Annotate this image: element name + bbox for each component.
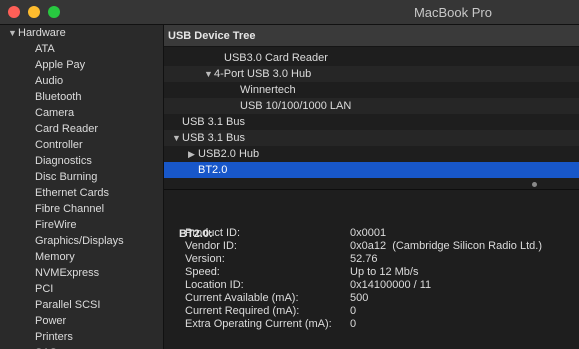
disclosure-down-icon[interactable]: ▼ <box>204 66 214 82</box>
sidebar-item-power[interactable]: Power <box>35 313 124 329</box>
tree-row-label: USB2.0 Hub <box>198 148 260 160</box>
property-value: 0x0a12 (Cambridge Silicon Radio Ltd.) <box>350 240 542 252</box>
property-value: 52.76 <box>350 253 378 265</box>
property-value: 0x14100000 / 11 <box>350 279 432 291</box>
detail-property: Extra Operating Current (mA): 0 <box>185 318 356 331</box>
detail-property: Version: 52.76 <box>185 253 378 266</box>
detail-property: Current Available (mA): 500 <box>185 292 368 305</box>
property-key: Version: <box>185 253 225 265</box>
tree-row-label: Winnertech <box>240 84 296 96</box>
sidebar-section-hardware[interactable]: ▼Hardware <box>8 25 66 41</box>
sidebar-item-fibre-channel[interactable]: Fibre Channel <box>35 201 124 217</box>
sidebar-item-audio[interactable]: Audio <box>35 73 124 89</box>
sidebar-list: ATA Apple Pay Audio Bluetooth Camera Card Rea… <box>35 41 124 349</box>
disclosure-down-icon[interactable]: ▼ <box>172 130 182 146</box>
sidebar-item-firewire[interactable]: FireWire <box>35 217 124 233</box>
property-key: Current Available (mA): <box>185 292 299 304</box>
tree-row-label: BT2.0 <box>198 164 228 176</box>
detail-property: Current Required (mA): 0 <box>185 305 356 318</box>
sidebar-item-parallel-scsi[interactable]: Parallel SCSI <box>35 297 124 313</box>
detail-property: Location ID: 0x14100000 / 11 <box>185 279 431 292</box>
property-key: Speed: <box>185 266 220 278</box>
disclosure-right-icon[interactable]: ▶ <box>188 146 198 162</box>
sidebar-item-card-reader[interactable]: Card Reader <box>35 121 124 137</box>
sidebar-item-bluetooth[interactable]: Bluetooth <box>35 89 124 105</box>
property-value: 0x0001 <box>350 227 387 239</box>
tree-row[interactable]: Winnertech <box>164 82 579 98</box>
tree-row-label: USB3.0 Card Reader <box>224 52 328 64</box>
tree-row-label: USB 3.1 Bus <box>182 132 245 144</box>
tree-row[interactable]: ▶ USB2.0 Hub <box>164 146 579 162</box>
title-bar: MacBook Pro <box>0 0 579 25</box>
property-key: Current Required (mA): <box>185 305 300 317</box>
sidebar-item-nvmexpress[interactable]: NVMExpress <box>35 265 124 281</box>
window-title: MacBook Pro <box>413 5 492 20</box>
tree-row[interactable]: BT2.0 <box>164 162 579 178</box>
sidebar: ▼Hardware ATA Apple Pay Audio Bluetooth Came… <box>0 25 164 349</box>
property-key: Product ID: <box>185 227 241 239</box>
main-pane: USB Device Tree USB3.0 Card Reader ▼4-Por… <box>164 25 579 349</box>
sidebar-item-controller[interactable]: Controller <box>35 137 124 153</box>
tree-row[interactable]: USB3.0 Card Reader <box>164 50 579 66</box>
sidebar-item-pci[interactable]: PCI <box>35 281 124 297</box>
sidebar-item-ethernet-cards[interactable]: Ethernet Cards <box>35 185 124 201</box>
sidebar-item-disc-burning[interactable]: Disc Burning <box>35 169 124 185</box>
property-value: 0 <box>350 318 357 330</box>
tree-row-label: USB 10/100/1000 LAN <box>240 100 352 112</box>
property-value: Up to 12 Mb/s <box>350 266 419 278</box>
property-key: Location ID: <box>185 279 244 291</box>
detail-property: Vendor ID: 0x0a12 (Cambridge Silicon Radi… <box>185 240 542 253</box>
property-key: Extra Operating Current (mA): <box>185 318 332 330</box>
sidebar-item-printers[interactable]: Printers <box>35 329 124 345</box>
pane-divider[interactable] <box>164 189 579 190</box>
sidebar-item-ata[interactable]: ATA <box>35 41 124 57</box>
sidebar-section-label: Hardware <box>18 27 66 39</box>
property-value: 500 <box>350 292 369 304</box>
sidebar-item-memory[interactable]: Memory <box>35 249 124 265</box>
usb-device-tree: USB3.0 Card Reader ▼4-Port USB 3.0 Hub Win… <box>164 50 579 178</box>
property-key: Vendor ID: <box>185 240 237 252</box>
tree-row[interactable]: USB 3.1 Bus <box>164 114 579 130</box>
disclosure-down-icon[interactable]: ▼ <box>8 25 18 41</box>
tree-row-label: USB 3.1 Bus <box>182 116 245 128</box>
split-handle[interactable] <box>532 182 537 187</box>
tree-row[interactable]: ▼4-Port USB 3.0 Hub <box>164 66 579 82</box>
detail-property: Product ID: 0x0001 <box>185 227 386 240</box>
sidebar-item-diagnostics[interactable]: Diagnostics <box>35 153 124 169</box>
sidebar-item-graphics-displays[interactable]: Graphics/Displays <box>35 233 124 249</box>
sidebar-item-sas[interactable]: SAS <box>35 345 124 349</box>
tree-header: USB Device Tree <box>164 25 579 47</box>
detail-property: Speed: Up to 12 Mb/s <box>185 266 418 279</box>
tree-row-label: 4-Port USB 3.0 Hub <box>214 68 312 80</box>
sidebar-item-camera[interactable]: Camera <box>35 105 124 121</box>
tree-row[interactable]: ▼USB 3.1 Bus <box>164 130 579 146</box>
property-value: 0 <box>350 305 357 317</box>
sidebar-item-apple-pay[interactable]: Apple Pay <box>35 57 124 73</box>
tree-row[interactable]: USB 10/100/1000 LAN <box>164 98 579 114</box>
